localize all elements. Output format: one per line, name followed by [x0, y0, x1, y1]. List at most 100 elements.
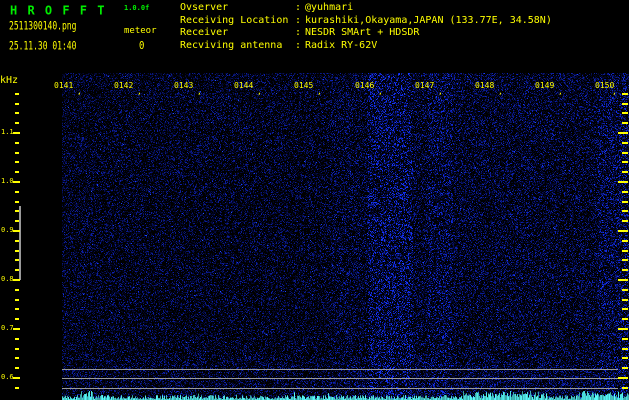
freq-tick — [15, 318, 19, 320]
freq-tick-label: 0.6 — [1, 373, 14, 381]
time-tick-label: 0141 — [54, 81, 74, 90]
freq-tick — [622, 308, 628, 310]
freq-tick — [622, 142, 628, 144]
freq-tick — [15, 191, 19, 193]
freq-tick — [15, 259, 19, 261]
freq-tick — [622, 299, 628, 301]
time-tick-mark: , — [317, 87, 322, 96]
meteor-count-value: 0 — [139, 40, 145, 53]
info-label: Receiver — [180, 27, 229, 39]
info-colon: : — [295, 14, 302, 26]
output-filename: 2511300140.png — [9, 19, 77, 33]
freq-tick — [622, 201, 628, 203]
freq-tick — [622, 259, 628, 261]
info-row-antenna: Recviving antenna : Radix RY-62V — [180, 40, 552, 53]
info-value: Radix RY-62V — [305, 39, 378, 51]
time-tick-mark: , — [77, 87, 82, 96]
freq-tick — [15, 122, 19, 124]
freq-tick — [15, 299, 19, 301]
info-row-observer: Ovserver : @yuhmari — [180, 2, 552, 15]
freq-tick — [622, 348, 628, 350]
time-tick-mark: , — [378, 87, 383, 96]
freq-tick — [15, 142, 19, 144]
freq-tick — [622, 220, 628, 222]
freq-tick — [15, 387, 19, 389]
time-tick-label: 0144 — [234, 81, 254, 90]
freq-tick-label: 1.1 — [1, 128, 14, 136]
time-tick-mark: , — [438, 87, 443, 96]
time-tick-label: 0143 — [174, 81, 194, 90]
freq-tick — [622, 338, 628, 340]
freq-tick — [622, 112, 628, 114]
freq-tick — [622, 152, 628, 154]
time-tick-label: 0145 — [294, 81, 314, 90]
freq-tick-label: 1.0 — [1, 177, 14, 185]
freq-tick-label: 0.7 — [1, 324, 14, 332]
time-tick-label: 0146 — [355, 81, 375, 90]
freq-tick — [622, 289, 628, 291]
freq-tick — [618, 279, 628, 281]
time-tick-label: 0142 — [114, 81, 134, 90]
freq-tick — [622, 122, 628, 124]
freq-tick — [618, 377, 628, 379]
freq-tick — [622, 269, 628, 271]
freq-tick — [15, 103, 19, 105]
freq-tick-label: 0.9 — [1, 226, 14, 234]
time-tick-mark: , — [498, 87, 503, 96]
freq-tick — [15, 338, 19, 340]
time-tick-label: 0149 — [535, 81, 555, 90]
time-tick-label: 0147 — [415, 81, 435, 90]
time-tick-mark: , — [257, 87, 262, 96]
freq-tick — [618, 181, 628, 183]
freq-axis-unit: kHz — [0, 75, 19, 86]
info-colon: : — [295, 2, 302, 13]
info-colon: : — [295, 27, 302, 39]
app-version: 1.0.0f — [124, 4, 150, 12]
hrofft-window: H R O F F T 1.0.0f 2511300140.png meteor… — [0, 0, 629, 400]
freq-tick — [622, 93, 628, 95]
level-reference-line — [62, 369, 618, 370]
freq-tick — [15, 240, 19, 242]
freq-tick — [622, 191, 628, 193]
detection-band-marker — [19, 206, 21, 280]
spectrogram-canvas — [0, 0, 629, 400]
freq-tick — [15, 93, 19, 95]
freq-tick — [618, 132, 628, 134]
freq-tick — [15, 171, 19, 173]
info-value: NESDR SMArt + HDSDR — [305, 27, 420, 39]
freq-tick — [15, 210, 19, 212]
freq-tick — [15, 220, 19, 222]
freq-tick — [15, 250, 19, 252]
info-row-receiver: Receiver : NESDR SMArt + HDSDR — [180, 27, 552, 40]
time-tick-mark: , — [612, 87, 617, 96]
freq-tick — [618, 230, 628, 232]
info-row-location: Receiving Location : kurashiki,Okayama,J… — [180, 15, 552, 28]
time-tick-label: 0148 — [475, 81, 495, 90]
freq-tick — [622, 318, 628, 320]
freq-tick — [15, 357, 19, 359]
freq-tick — [618, 328, 628, 330]
time-tick-mark: , — [558, 87, 563, 96]
freq-tick — [15, 112, 19, 114]
level-reference-line — [62, 388, 618, 389]
freq-tick — [15, 308, 19, 310]
app-title: H R O F F T — [10, 2, 106, 18]
freq-tick — [622, 171, 628, 173]
freq-tick — [622, 240, 628, 242]
freq-tick — [15, 161, 19, 163]
freq-tick — [15, 152, 19, 154]
freq-tick — [15, 201, 19, 203]
freq-tick — [622, 250, 628, 252]
freq-tick — [15, 289, 19, 291]
freq-tick — [622, 103, 628, 105]
info-value: @yuhmari — [305, 2, 354, 13]
info-colon: : — [295, 39, 302, 51]
info-label: Ovserver — [180, 2, 229, 13]
info-label: Recviving antenna — [180, 39, 283, 51]
freq-tick — [15, 348, 19, 350]
station-info: Ovserver : @yuhmari Receiving Location :… — [180, 2, 552, 52]
time-tick-mark: , — [197, 87, 202, 96]
level-reference-line — [62, 378, 618, 379]
freq-tick — [622, 367, 628, 369]
freq-tick-label: 0.8 — [1, 275, 14, 283]
